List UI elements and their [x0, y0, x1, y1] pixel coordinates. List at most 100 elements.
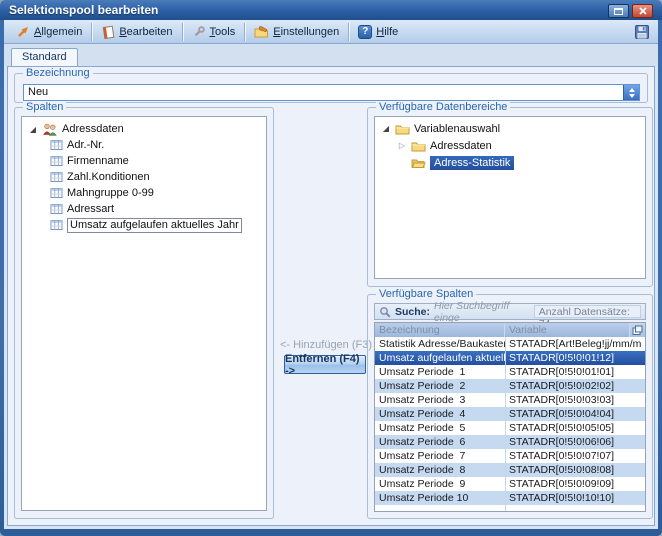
tab-strip: Standard	[4, 44, 658, 66]
search-placeholder[interactable]: Hier Suchbegriff einge	[434, 300, 530, 324]
folder-open-icon	[411, 157, 426, 169]
tree-item-variablenauswahl[interactable]: ◢ Variablenauswahl	[375, 120, 645, 137]
remove-button[interactable]: Entfernen (F4) ->	[284, 355, 366, 374]
wrench-icon	[192, 25, 206, 39]
table-row[interactable]: Statistik Adresse/BaukastenSTATADR[Art!B…	[375, 337, 645, 351]
table-row[interactable]: Umsatz Periode 7STATADR[0!5!0!07!07]	[375, 449, 645, 463]
group-bezeichnung: Bezeichnung Neu	[14, 73, 648, 103]
folder-closed-icon	[411, 140, 426, 152]
available-columns-table: Bezeichnung Variable Statistik Adresse/B…	[374, 322, 646, 512]
spin-up-icon	[629, 88, 635, 92]
table-column-icon	[50, 203, 63, 215]
close-icon	[639, 7, 647, 15]
table-column-icon	[50, 155, 63, 167]
bezeichnung-combobox[interactable]: Neu	[23, 84, 640, 101]
search-label: Suche:	[395, 306, 430, 318]
tree-item-adressdaten[interactable]: ▷ Adressdaten	[375, 137, 645, 154]
tab-page: Bezeichnung Neu Spalten ◢	[7, 66, 655, 526]
help-icon: ?	[358, 25, 372, 39]
tree-item-label: Variablenauswahl	[414, 123, 500, 135]
restore-icon	[614, 7, 623, 15]
folder-pencil-icon	[254, 25, 269, 39]
table-row[interactable]: Umsatz Periode 4STATADR[0!5!0!04!04]	[375, 407, 645, 421]
combobox-spinner-button[interactable]	[623, 85, 639, 100]
tree-item-column[interactable]: Zahl.Konditionen	[22, 169, 266, 185]
table-row[interactable]: Umsatz Periode 10STATADR[0!5!0!10!10]	[375, 491, 645, 505]
column-header-bezeichnung[interactable]: Bezeichnung	[375, 323, 505, 337]
toolbar-label: Einstellungen	[273, 26, 339, 38]
group-datenbereiche: Verfügbare Datenbereiche ◢ Variablenausw…	[367, 107, 653, 287]
table-column-icon	[50, 139, 63, 151]
toolbar-label: Hilfe	[376, 26, 398, 38]
toolbar-button-tools[interactable]: Tools	[185, 22, 243, 42]
expanded-triangle-icon[interactable]: ◢	[381, 124, 391, 133]
tree-item-column[interactable]: Mahngruppe 0-99	[22, 185, 266, 201]
save-icon	[634, 24, 650, 40]
table-row-selected[interactable]: Umsatz aufgelaufen aktuelles JahrSTATADR…	[375, 351, 645, 365]
tree-item-adress-statistik-selected[interactable]: Adress-Statistik	[375, 154, 645, 171]
toolbar-separator	[182, 23, 183, 41]
group-verfuegbare-spalten: Verfügbare Spalten Suche: Hier Suchbegri…	[367, 294, 653, 519]
tree-item-label: Umsatz aufgelaufen aktuelles Jahr	[67, 218, 242, 233]
toolbar-button-einstellungen[interactable]: Einstellungen	[247, 22, 346, 42]
group-label-bezeichnung: Bezeichnung	[23, 67, 93, 80]
group-spalten: Spalten ◢ Adressdaten Adr.-Nr.	[14, 107, 274, 519]
tree-item-label: Adr.-Nr.	[67, 139, 104, 151]
toolbar-separator	[244, 23, 245, 41]
table-column-icon	[50, 171, 63, 183]
tree-item-column-focused[interactable]: Umsatz aufgelaufen aktuelles Jahr	[22, 217, 266, 233]
toolbar-separator	[91, 23, 92, 41]
collapsed-triangle-icon[interactable]: ▷	[397, 141, 407, 150]
window-title: Selektionspool bearbeiten	[9, 3, 158, 17]
tree-item-label: Adress-Statistik	[430, 156, 514, 170]
table-column-icon	[50, 187, 63, 199]
notebook-icon	[101, 25, 115, 39]
table-row[interactable]: Umsatz Periode 3STATADR[0!5!0!03!03]	[375, 393, 645, 407]
restore-button[interactable]	[608, 4, 629, 18]
add-button-disabled[interactable]: <- Hinzufügen (F3)	[280, 339, 372, 351]
record-count: Anzahl Datensätze: 74	[534, 305, 641, 318]
column-chooser-button[interactable]	[630, 323, 645, 337]
titlebar: Selektionspool bearbeiten	[0, 0, 662, 20]
column-header-variable[interactable]: Variable	[505, 323, 630, 337]
search-icon	[379, 306, 391, 318]
datenbereiche-tree: ◢ Variablenauswahl ▷ Adressdaten	[374, 116, 646, 279]
table-row[interactable]: Umsatz Periode 2STATADR[0!5!0!02!02]	[375, 379, 645, 393]
people-icon	[42, 123, 58, 136]
toolbar-label: Allgemein	[34, 26, 82, 38]
toolbar-label: Tools	[210, 26, 236, 38]
toolbar-button-allgemein[interactable]: Allgemein	[9, 22, 89, 42]
folder-closed-icon	[395, 123, 410, 135]
table-row[interactable]: Umsatz Periode 1STATADR[0!5!0!01!01]	[375, 365, 645, 379]
search-bar[interactable]: Suche: Hier Suchbegriff einge Anzahl Dat…	[374, 303, 646, 320]
tree-item-label: Zahl.Konditionen	[67, 171, 150, 183]
tree-item-label: Adressart	[67, 203, 114, 215]
toolbar-label: Bearbeiten	[119, 26, 172, 38]
window: Selektionspool bearbeiten Allgemein	[0, 0, 662, 536]
table-row[interactable]: Umsatz Periode 9STATADR[0!5!0!09!09]	[375, 477, 645, 491]
toolbar-button-bearbeiten[interactable]: Bearbeiten	[94, 22, 179, 42]
close-button[interactable]	[632, 4, 653, 18]
table-row[interactable]: Umsatz Periode 8STATADR[0!5!0!08!08]	[375, 463, 645, 477]
group-label-datenbereiche: Verfügbare Datenbereiche	[376, 101, 510, 114]
table-row[interactable]: Umsatz Periode 6STATADR[0!5!0!06!06]	[375, 435, 645, 449]
arrow-up-right-icon	[16, 25, 30, 39]
tree-item-label: Firmenname	[67, 155, 129, 167]
save-button[interactable]	[634, 24, 653, 40]
tree-item-column[interactable]: Adr.-Nr.	[22, 137, 266, 153]
toolbar: Allgemein Bearbeiten Tools	[4, 20, 658, 44]
tab-standard[interactable]: Standard	[11, 48, 78, 66]
tree-item-adressdaten-root[interactable]: ◢ Adressdaten	[22, 121, 266, 137]
spin-down-icon	[629, 94, 635, 98]
table-header: Bezeichnung Variable	[375, 323, 645, 337]
toolbar-button-hilfe[interactable]: ? Hilfe	[351, 22, 405, 42]
table-row[interactable]: Umsatz Periode 5STATADR[0!5!0!05!05]	[375, 421, 645, 435]
group-label-spalten: Spalten	[23, 101, 66, 114]
spalten-tree: ◢ Adressdaten Adr.-Nr. Firmenname	[21, 116, 267, 511]
toolbar-separator	[348, 23, 349, 41]
tree-item-column[interactable]: Firmenname	[22, 153, 266, 169]
expanded-triangle-icon[interactable]: ◢	[28, 125, 38, 134]
tree-item-label: Adressdaten	[62, 123, 124, 135]
column-chooser-icon	[632, 325, 643, 336]
tree-item-column[interactable]: Adressart	[22, 201, 266, 217]
